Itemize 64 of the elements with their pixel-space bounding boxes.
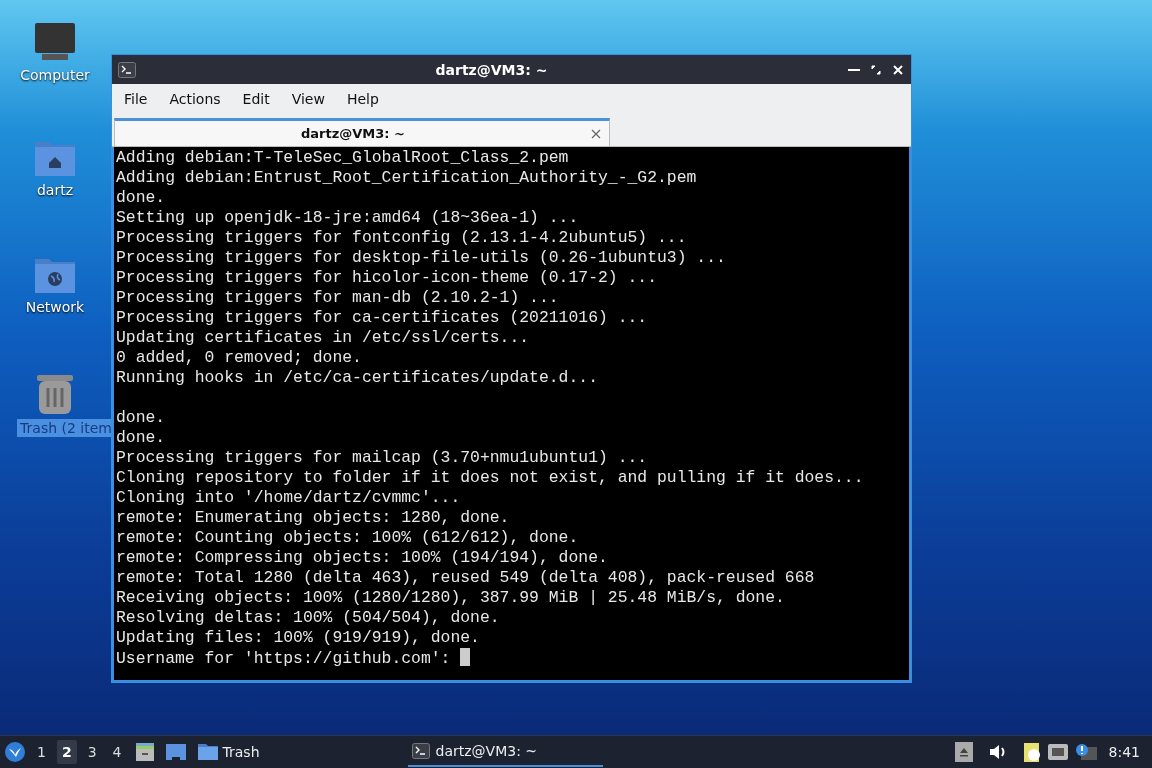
terminal-line: Running hooks in /etc/ca-certificates/update.d... xyxy=(116,368,599,388)
home-folder-icon xyxy=(34,139,76,177)
volume-icon[interactable] xyxy=(988,744,1007,760)
trash-icon xyxy=(35,373,75,415)
terminal-line: done. xyxy=(116,428,167,448)
terminal-line: Cloning into '/home/dartz/cvmmc'... xyxy=(116,488,462,508)
folder-icon xyxy=(196,743,219,761)
terminal-line: Adding debian:T-TeleSec_GlobalRoot_Class_2.pem xyxy=(116,148,570,168)
clipboard-icon[interactable] xyxy=(1022,741,1041,763)
menu-item[interactable]: Actions xyxy=(161,87,229,111)
window-title: dartz@VM3: ~ xyxy=(434,61,549,78)
terminal-line: remote: Enumerating objects: 1280, done. xyxy=(116,508,511,528)
tab-close-button[interactable] xyxy=(591,128,601,139)
terminal-line: remote: Compressing objects: 100% (194/194), done. xyxy=(116,548,609,568)
terminal-line: Adding debian:Entrust_Root_Certification_Authority_-_G2.pem xyxy=(116,168,698,188)
terminal-line: Processing triggers for ca-certificates (20211016) ... xyxy=(116,308,649,328)
close-button[interactable] xyxy=(891,62,905,77)
launcher-button[interactable]: Trash xyxy=(194,741,262,763)
network-folder-icon xyxy=(34,256,76,294)
workspace-button[interactable]: 4 xyxy=(107,740,127,764)
minimize-icon xyxy=(848,68,860,71)
file-cabinet-icon xyxy=(134,742,155,762)
terminal-icon xyxy=(411,743,430,759)
app-menu-button[interactable] xyxy=(4,741,26,763)
desktop-icon-label[interactable]: dartz xyxy=(33,181,77,199)
terminal-line: done. xyxy=(116,408,167,428)
menu-item[interactable]: View xyxy=(283,87,333,111)
menu-item[interactable]: File xyxy=(116,87,156,111)
terminal-line: Processing triggers for hicolor-icon-theme (0.17-2) ... xyxy=(116,268,658,288)
desktop-icon xyxy=(164,743,187,761)
terminal-line: Receiving objects: 100% (1280/1280), 387.99 MiB | 25.48 MiB/s, done. xyxy=(116,588,786,608)
terminal-line: Updating certificates in /etc/ssl/certs... xyxy=(116,328,531,348)
terminal-line: 0 added, 0 removed; done. xyxy=(116,348,363,368)
desktop-icon-label[interactable]: Network xyxy=(22,298,88,316)
text-cursor xyxy=(460,648,471,666)
monitor-icon xyxy=(34,22,76,62)
task-button[interactable]: dartz@VM3: ~ xyxy=(407,737,603,767)
workspace-button[interactable]: 2 xyxy=(56,740,77,764)
terminal-line: Updating files: 100% (919/919), done. xyxy=(116,628,481,648)
menu-item[interactable]: Edit xyxy=(234,87,278,111)
clock[interactable]: 8:41 xyxy=(1102,744,1148,760)
workspace-button[interactable]: 3 xyxy=(82,740,102,764)
workspace-button[interactable]: 1 xyxy=(32,740,51,764)
eject-button[interactable] xyxy=(954,742,973,762)
network-icon[interactable] xyxy=(1046,743,1069,761)
terminal-line: Resolving deltas: 100% (504/504), done. xyxy=(116,608,501,628)
close-icon xyxy=(891,62,905,77)
terminal-tab[interactable]: dartz@VM3: ~ xyxy=(114,118,610,146)
terminal-icon xyxy=(118,61,136,78)
terminal-line: Processing triggers for mailcap (3.70+nmu1ubuntu1) ... xyxy=(116,448,649,468)
terminal-line: done. xyxy=(116,188,167,208)
terminal-line: Cloning repository to folder if it does not exist, and pulling if it does... xyxy=(116,468,865,488)
maximize-button[interactable] xyxy=(869,62,883,77)
terminal-line: remote: Total 1280 (delta 463), reused 549 (delta 408), pack-reused 668 xyxy=(116,568,816,588)
tab-label: dartz@VM3: ~ xyxy=(300,126,406,141)
notification-icon[interactable] xyxy=(1074,743,1097,761)
terminal-line: Processing triggers for fontconfig (2.13.1-4.2ubuntu5) ... xyxy=(116,228,688,248)
terminal-line: Setting up openjdk-18-jre:amd64 (18~36ea-1) ... xyxy=(116,208,580,228)
terminal-line: Processing triggers for desktop-file-utils (0.26-1ubuntu3) ... xyxy=(116,248,727,268)
terminal-line: Processing triggers for man-db (2.10.2-1) ... xyxy=(116,288,560,308)
menu-item[interactable]: Help xyxy=(338,87,387,111)
maximize-icon xyxy=(869,62,883,77)
terminal-prompt: Username for 'https://github.com': xyxy=(116,649,451,668)
terminal-line: remote: Counting objects: 100% (612/612), done. xyxy=(116,528,580,548)
